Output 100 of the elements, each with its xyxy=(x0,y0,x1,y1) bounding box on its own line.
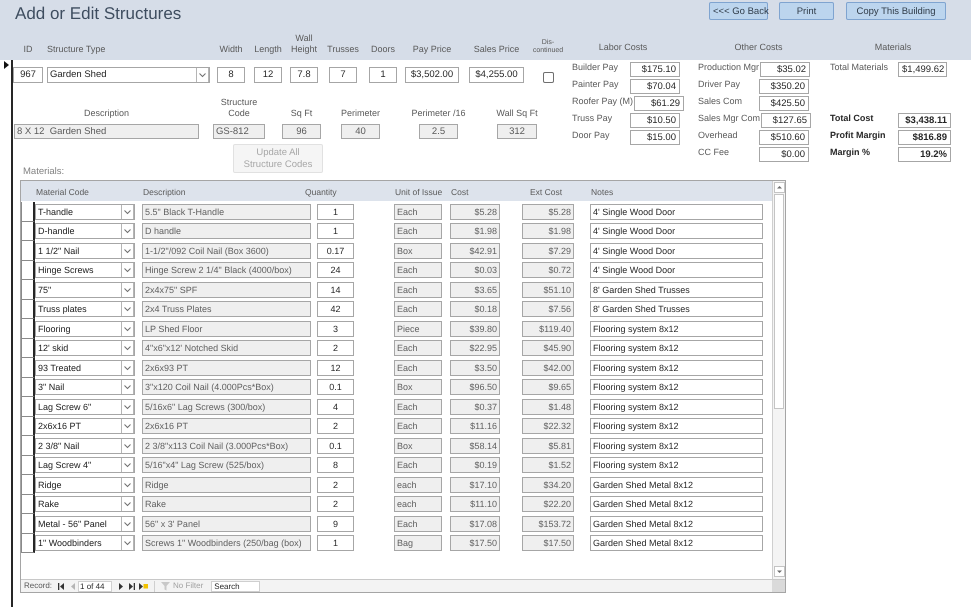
notes-field[interactable]: 8' Garden Shed Trusses xyxy=(590,282,763,298)
notes-field[interactable]: 4' Single Wood Door xyxy=(590,242,763,259)
quantity-field[interactable]: 1 xyxy=(317,204,354,220)
notes-field[interactable]: Flooring system 8x12 xyxy=(590,418,763,434)
row-selector[interactable] xyxy=(21,514,35,534)
quantity-field[interactable]: 8 xyxy=(317,457,354,474)
action-button[interactable]: <<< Go Back xyxy=(709,2,768,20)
chevron-down-icon[interactable] xyxy=(121,224,134,238)
notes-field[interactable]: Flooring system 8x12 xyxy=(590,340,763,356)
quantity-field[interactable]: 1 xyxy=(317,223,354,240)
material-code-dropdown[interactable]: T-handle xyxy=(35,204,135,220)
chevron-down-icon[interactable] xyxy=(121,497,134,512)
material-code-dropdown[interactable]: 93 Treated xyxy=(35,360,135,376)
input-field[interactable]: 7 xyxy=(329,67,357,83)
record-position-field[interactable]: 1 of 44 xyxy=(78,580,112,592)
quantity-field[interactable]: 0.1 xyxy=(317,379,354,396)
material-code-dropdown[interactable]: Lag Screw 4" xyxy=(35,457,135,474)
row-selector[interactable] xyxy=(21,300,35,319)
row-selector[interactable] xyxy=(21,378,35,397)
material-code-dropdown[interactable]: Rake xyxy=(35,496,135,512)
quantity-field[interactable]: 0.17 xyxy=(317,242,354,259)
row-selector[interactable] xyxy=(21,475,35,494)
chevron-down-icon[interactable] xyxy=(121,419,134,434)
row-selector[interactable] xyxy=(21,338,35,358)
chevron-down-icon[interactable] xyxy=(121,478,134,492)
material-code-dropdown[interactable]: 12' skid xyxy=(35,340,135,356)
chevron-down-icon[interactable] xyxy=(196,68,209,82)
chevron-down-icon[interactable] xyxy=(121,380,134,394)
quantity-field[interactable]: 2 xyxy=(317,476,354,493)
notes-field[interactable]: 4' Single Wood Door xyxy=(590,204,763,220)
notes-field[interactable]: Garden Shed Metal 8x12 xyxy=(590,535,763,552)
material-code-dropdown[interactable]: Hinge Screws xyxy=(35,262,135,278)
input-field[interactable]: $3,502.00 xyxy=(405,67,459,83)
material-code-dropdown[interactable]: 1 1/2" Nail xyxy=(35,242,135,259)
row-selector[interactable] xyxy=(21,494,35,514)
chevron-down-icon[interactable] xyxy=(121,516,134,531)
material-code-dropdown[interactable]: D-handle xyxy=(35,223,135,240)
chevron-down-icon[interactable] xyxy=(121,244,134,258)
quantity-field[interactable]: 9 xyxy=(317,516,354,532)
input-field[interactable]: 8 xyxy=(217,67,245,83)
next-record-icon[interactable] xyxy=(119,582,124,590)
action-button[interactable]: Copy This Building xyxy=(846,2,946,20)
row-selector[interactable] xyxy=(21,202,35,222)
quantity-field[interactable]: 0.1 xyxy=(317,438,354,454)
new-record-icon[interactable] xyxy=(139,582,148,590)
input-field[interactable]: 967 xyxy=(13,67,43,83)
quantity-field[interactable]: 2 xyxy=(317,496,354,512)
notes-field[interactable]: Flooring system 8x12 xyxy=(590,398,763,415)
material-code-dropdown[interactable]: Metal - 56" Panel xyxy=(35,516,135,532)
row-selector[interactable] xyxy=(21,319,35,338)
row-selector[interactable] xyxy=(21,397,35,416)
notes-field[interactable]: Flooring system 8x12 xyxy=(590,320,763,337)
row-selector[interactable] xyxy=(21,416,35,436)
notes-field[interactable]: Flooring system 8x12 xyxy=(590,379,763,396)
quantity-field[interactable]: 4 xyxy=(317,398,354,415)
notes-field[interactable]: Flooring system 8x12 xyxy=(590,360,763,376)
material-code-dropdown[interactable]: 2 3/8" Nail xyxy=(35,438,135,454)
input-field[interactable]: 1 xyxy=(369,67,397,83)
material-code-dropdown[interactable]: 3" Nail xyxy=(35,379,135,396)
notes-field[interactable]: Garden Shed Metal 8x12 xyxy=(590,476,763,493)
chevron-down-icon[interactable] xyxy=(121,341,134,356)
notes-field[interactable]: 8' Garden Shed Trusses xyxy=(590,301,763,318)
input-field[interactable]: $4,255.00 xyxy=(469,67,524,83)
quantity-field[interactable]: 2 xyxy=(317,340,354,356)
notes-field[interactable]: 4' Single Wood Door xyxy=(590,262,763,278)
quantity-field[interactable]: 3 xyxy=(317,320,354,337)
chevron-down-icon[interactable] xyxy=(121,400,134,414)
quantity-field[interactable]: 14 xyxy=(317,282,354,298)
chevron-down-icon[interactable] xyxy=(121,458,134,472)
quantity-field[interactable]: 24 xyxy=(317,262,354,278)
notes-field[interactable]: Flooring system 8x12 xyxy=(590,457,763,474)
chevron-down-icon[interactable] xyxy=(121,302,134,316)
scroll-down-icon[interactable] xyxy=(774,566,784,577)
material-code-dropdown[interactable]: 75" xyxy=(35,282,135,298)
scroll-up-icon[interactable] xyxy=(774,182,784,193)
chevron-down-icon[interactable] xyxy=(121,536,134,550)
quantity-field[interactable]: 2 xyxy=(317,418,354,434)
input-field[interactable]: 12 xyxy=(254,67,282,83)
row-selector[interactable] xyxy=(21,358,35,378)
material-code-dropdown[interactable]: 2x6x16 PT xyxy=(35,418,135,434)
row-selector[interactable] xyxy=(21,534,35,553)
first-record-icon[interactable] xyxy=(58,582,64,590)
chevron-down-icon[interactable] xyxy=(121,282,134,297)
row-selector[interactable] xyxy=(21,260,35,280)
notes-field[interactable]: 4' Single Wood Door xyxy=(590,223,763,240)
dropdown[interactable]: Garden Shed xyxy=(47,67,210,83)
quantity-field[interactable]: 12 xyxy=(317,360,354,376)
row-selector[interactable] xyxy=(21,222,35,241)
action-button[interactable]: Print xyxy=(779,2,834,20)
quantity-field[interactable]: 42 xyxy=(317,301,354,318)
material-code-dropdown[interactable]: 1" Woodbinders xyxy=(35,535,135,552)
chevron-down-icon[interactable] xyxy=(121,204,134,219)
row-selector[interactable] xyxy=(21,436,35,456)
notes-field[interactable]: Garden Shed Metal 8x12 xyxy=(590,496,763,512)
material-code-dropdown[interactable]: Ridge xyxy=(35,476,135,493)
material-code-dropdown[interactable]: Lag Screw 6" xyxy=(35,398,135,415)
material-code-dropdown[interactable]: Flooring xyxy=(35,320,135,337)
vertical-scrollbar[interactable] xyxy=(772,181,785,579)
search-field[interactable]: Search xyxy=(211,580,260,592)
row-selector[interactable] xyxy=(21,280,35,300)
